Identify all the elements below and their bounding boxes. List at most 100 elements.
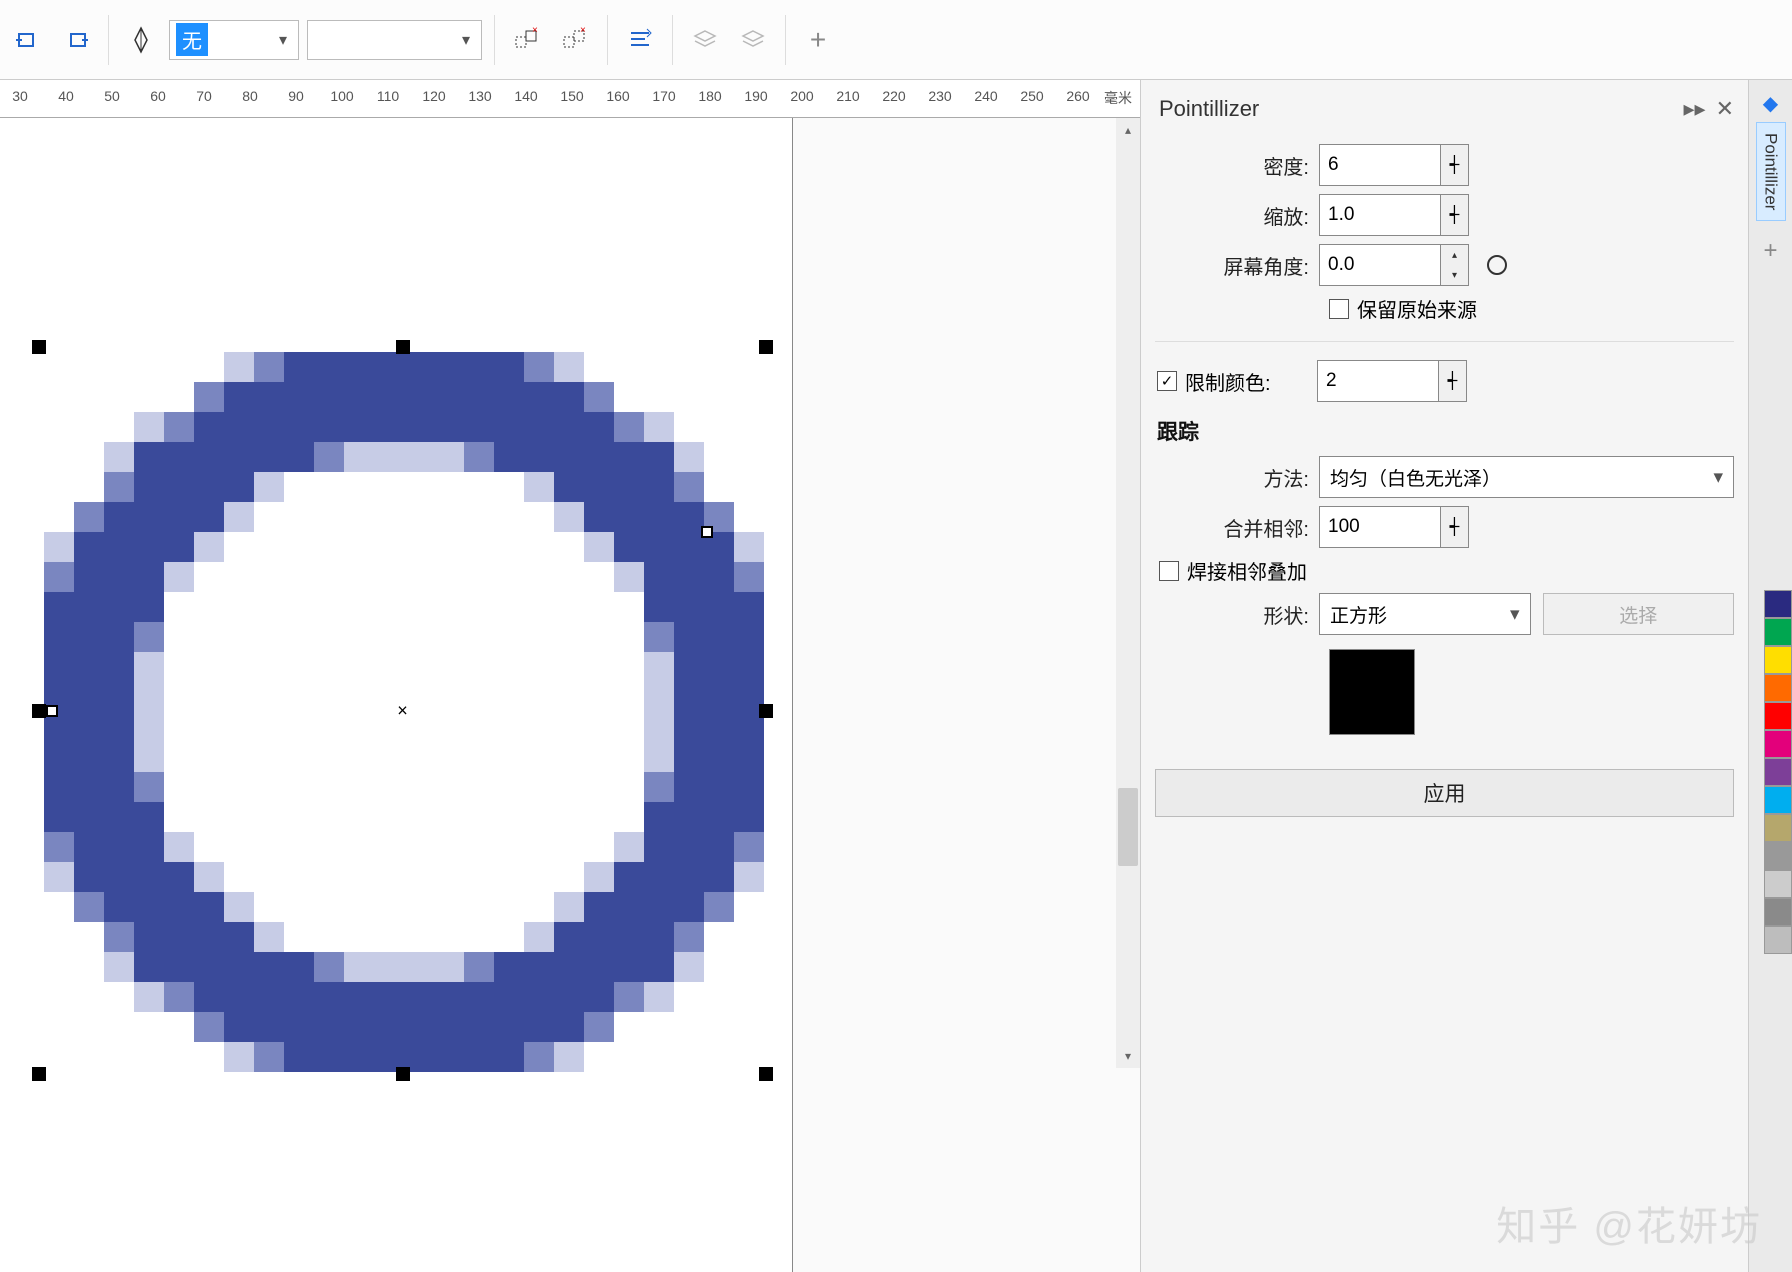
angle-spinner[interactable]: ▴▾ xyxy=(1441,244,1469,286)
color-swatch[interactable] xyxy=(1764,618,1792,646)
control-handle[interactable] xyxy=(46,705,58,717)
selection-handle[interactable] xyxy=(759,340,773,354)
pen-tool-icon[interactable] xyxy=(121,20,161,60)
collapse-icon[interactable]: ▸▸ xyxy=(1683,96,1705,122)
pixel xyxy=(104,472,134,502)
scale-input[interactable] xyxy=(1319,194,1441,236)
pixel xyxy=(44,772,74,802)
color-swatch[interactable] xyxy=(1764,814,1792,842)
selection-handle[interactable] xyxy=(759,1067,773,1081)
color-swatch[interactable] xyxy=(1764,870,1792,898)
pixel xyxy=(464,982,494,1012)
merge-input[interactable] xyxy=(1319,506,1441,548)
ruler-tick: 240 xyxy=(974,88,997,104)
pixel xyxy=(704,652,734,682)
weld-checkbox[interactable] xyxy=(1159,561,1179,581)
keep-original-checkbox[interactable] xyxy=(1329,299,1349,319)
color-swatch[interactable] xyxy=(1764,842,1792,870)
add-button[interactable]: + xyxy=(798,20,838,60)
pixel xyxy=(254,1012,284,1042)
pixel xyxy=(134,682,164,712)
limit-slider-icon[interactable]: ┽ xyxy=(1439,360,1467,402)
pixel xyxy=(374,952,404,982)
angle-dial-icon[interactable] xyxy=(1487,255,1507,275)
color-swatch[interactable] xyxy=(1764,674,1792,702)
angle-input[interactable] xyxy=(1319,244,1441,286)
tool-btn-2[interactable] xyxy=(56,20,96,60)
pointillizer-tab[interactable]: Pointillizer xyxy=(1756,122,1786,221)
pixel xyxy=(704,622,734,652)
scale-slider-icon[interactable]: ┽ xyxy=(1441,194,1469,236)
layer-icon-2[interactable] xyxy=(733,20,773,60)
pixel xyxy=(134,742,164,772)
control-handle[interactable] xyxy=(701,526,713,538)
close-icon[interactable]: ✕ xyxy=(1716,96,1734,122)
canvas[interactable]: × xyxy=(0,118,1140,1272)
pixel xyxy=(104,622,134,652)
select-shape-button[interactable]: 选择 xyxy=(1543,593,1735,635)
pixel xyxy=(134,622,164,652)
merge-slider-icon[interactable]: ┽ xyxy=(1441,506,1469,548)
selection-handle[interactable] xyxy=(396,1067,410,1081)
pixel xyxy=(224,352,254,382)
align-icon[interactable] xyxy=(620,20,660,60)
pixel xyxy=(434,442,464,472)
pixel xyxy=(674,502,704,532)
color-swatch[interactable] xyxy=(1764,758,1792,786)
tool-btn-1[interactable] xyxy=(8,20,48,60)
selection-handle[interactable] xyxy=(396,340,410,354)
scroll-down-icon[interactable]: ▾ xyxy=(1116,1044,1140,1068)
stroke-dropdown[interactable]: ▾ xyxy=(307,20,482,60)
selected-object[interactable]: × xyxy=(30,338,775,1083)
pixel xyxy=(254,982,284,1012)
ruler-tick: 250 xyxy=(1020,88,1043,104)
color-swatch[interactable] xyxy=(1764,730,1792,758)
color-swatch[interactable] xyxy=(1764,786,1792,814)
combine-icon[interactable]: × xyxy=(555,20,595,60)
shape-dropdown[interactable]: 正方形 ▾ xyxy=(1319,593,1531,635)
break-apart-icon[interactable]: × xyxy=(507,20,547,60)
selection-handle[interactable] xyxy=(32,340,46,354)
pixel xyxy=(74,892,104,922)
fill-dropdown[interactable]: 无 ▾ xyxy=(169,20,299,60)
pixel xyxy=(104,862,134,892)
limit-colors-input[interactable] xyxy=(1317,360,1439,402)
density-input[interactable] xyxy=(1319,144,1441,186)
color-swatch[interactable] xyxy=(1764,646,1792,674)
scrollbar-vertical[interactable]: ▴ ▾ xyxy=(1116,118,1140,1068)
color-swatch[interactable] xyxy=(1764,590,1792,618)
pixel xyxy=(704,682,734,712)
selection-handle[interactable] xyxy=(759,704,773,718)
pixel xyxy=(734,562,764,592)
selection-handle[interactable] xyxy=(32,704,46,718)
layer-icon-1[interactable] xyxy=(685,20,725,60)
pixel xyxy=(104,742,134,772)
density-label: 密度: xyxy=(1155,151,1319,180)
pixel xyxy=(194,922,224,952)
center-marker: × xyxy=(397,700,408,721)
svg-text:×: × xyxy=(580,27,586,36)
pixel xyxy=(584,1012,614,1042)
add-docker-icon[interactable]: + xyxy=(1763,237,1777,265)
scroll-up-icon[interactable]: ▴ xyxy=(1116,118,1140,142)
pixel xyxy=(284,1042,314,1072)
scroll-thumb[interactable] xyxy=(1118,788,1138,866)
color-swatch[interactable] xyxy=(1764,898,1792,926)
pixel xyxy=(104,652,134,682)
color-swatch[interactable] xyxy=(1764,926,1792,954)
pointillizer-tab-icon[interactable]: ◆ xyxy=(1756,88,1786,118)
pixel xyxy=(734,862,764,892)
pixel xyxy=(464,382,494,412)
apply-button[interactable]: 应用 xyxy=(1155,769,1734,817)
pixel xyxy=(164,862,194,892)
limit-colors-checkbox[interactable] xyxy=(1157,371,1177,391)
method-dropdown[interactable]: 均匀（白色无光泽） ▾ xyxy=(1319,456,1734,498)
pixel xyxy=(434,352,464,382)
pixel xyxy=(644,592,674,622)
color-swatch[interactable] xyxy=(1764,702,1792,730)
density-slider-icon[interactable]: ┽ xyxy=(1441,144,1469,186)
pixel xyxy=(614,472,644,502)
pixel xyxy=(134,712,164,742)
pixel xyxy=(614,862,644,892)
selection-handle[interactable] xyxy=(32,1067,46,1081)
